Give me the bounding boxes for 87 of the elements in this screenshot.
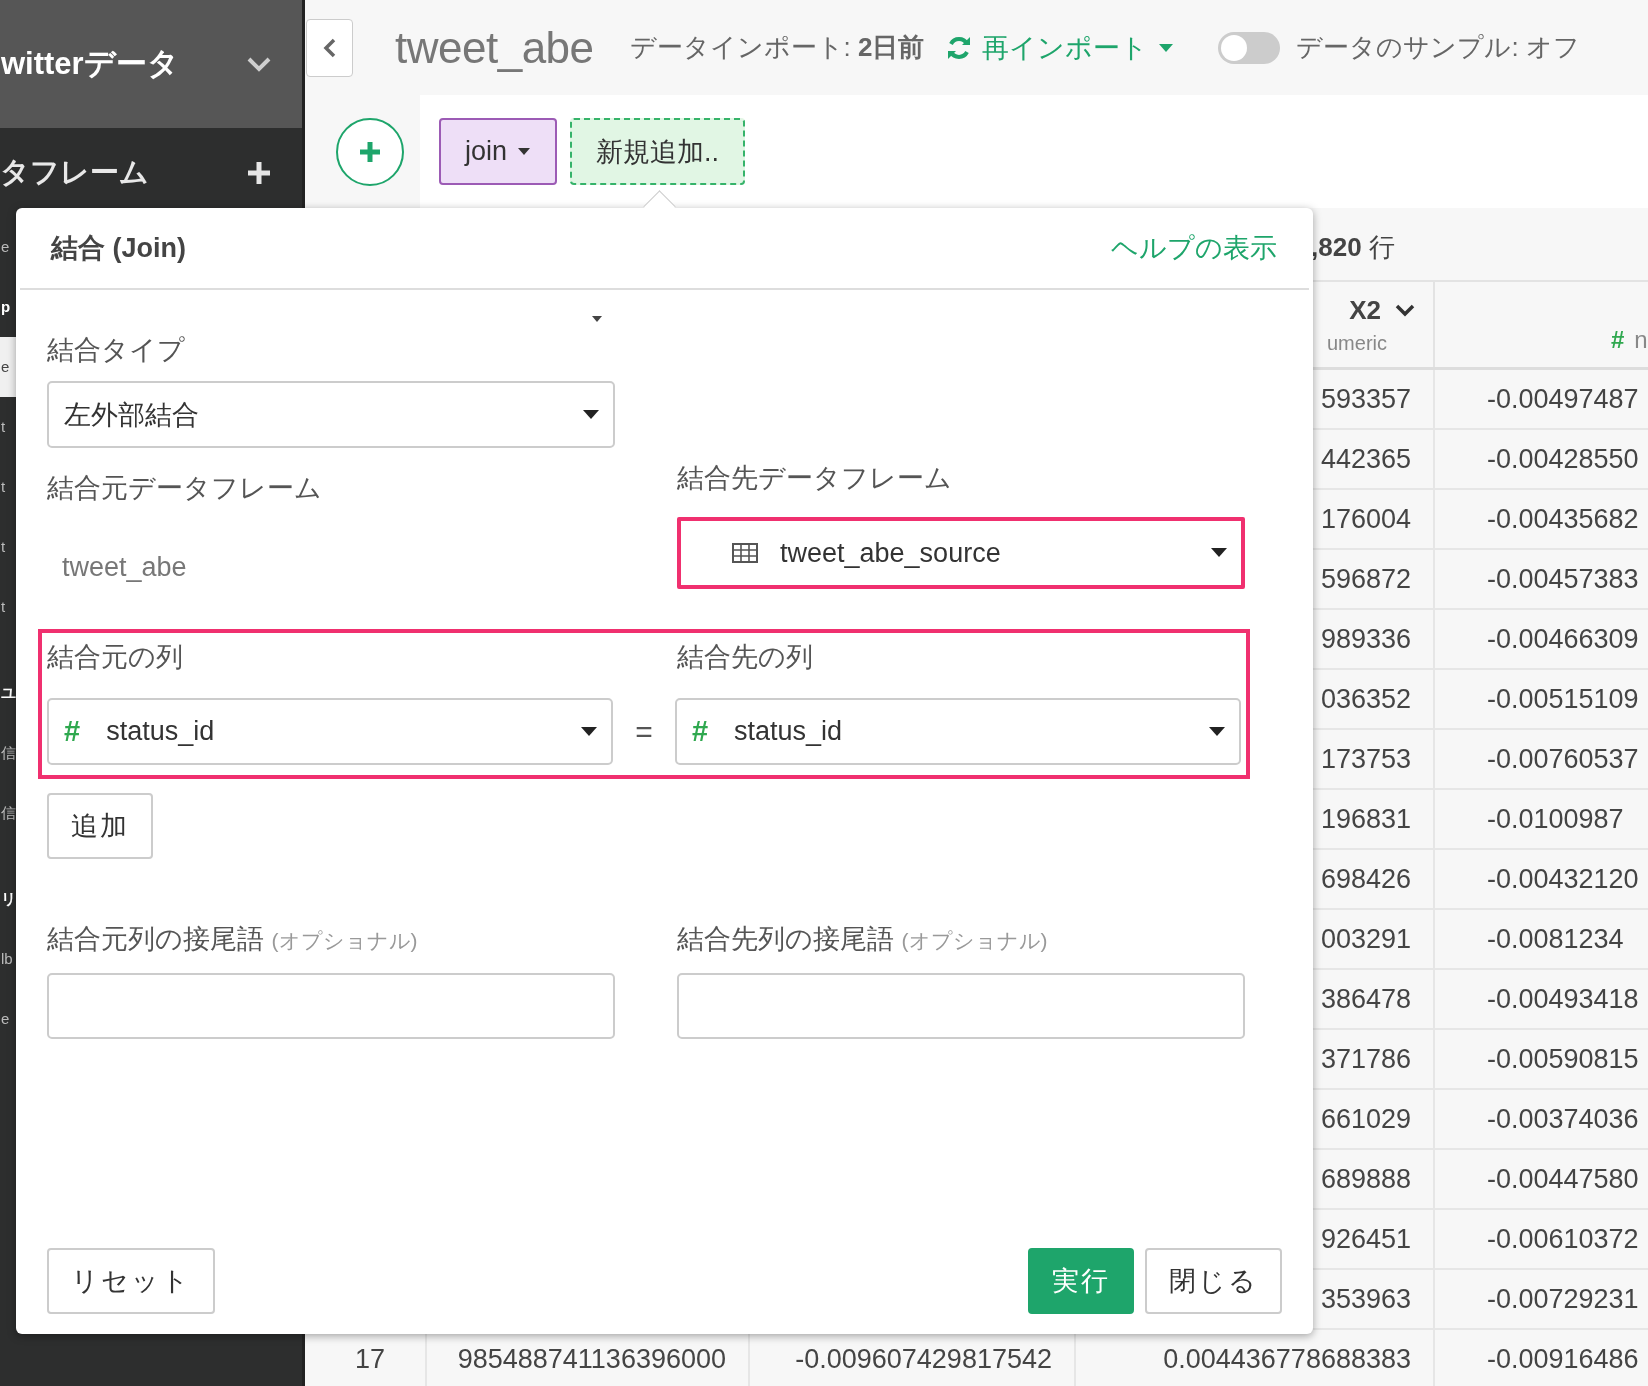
- caret-icon: [1158, 42, 1175, 53]
- table-cell: 17: [354, 1343, 385, 1375]
- section-title: タフレーム: [0, 154, 149, 190]
- caret-icon: [583, 409, 599, 420]
- table-cell: -0.00457383: [1487, 563, 1639, 595]
- table-cell: 036352: [1320, 683, 1411, 715]
- optional-hint: (オプショナル): [901, 929, 1048, 952]
- step-chip[interactable]: 新規追加..: [570, 118, 746, 185]
- table-cell: -0.00916486: [1487, 1343, 1639, 1375]
- source-column-select[interactable]: # status_id: [47, 698, 614, 765]
- sample-toggle[interactable]: [1218, 31, 1281, 64]
- dialog-button[interactable]: リセット: [47, 1248, 215, 1314]
- table-cell: -0.009607429817542: [795, 1343, 1052, 1375]
- table-cell: 926451: [1320, 1223, 1411, 1255]
- caret-icon: [1209, 726, 1225, 737]
- field-label: 結合元データフレーム: [47, 472, 323, 505]
- table-cell: 386478: [1320, 983, 1411, 1015]
- column-type: n: [1634, 325, 1648, 354]
- table-cell: 0.004436778688383: [1163, 1343, 1411, 1375]
- table-cell: -0.00497487: [1487, 383, 1639, 415]
- column-title: X2: [1349, 294, 1381, 326]
- project-title: witterデータ: [1, 45, 179, 83]
- plus-icon: [358, 139, 382, 164]
- number-type-icon: #: [64, 715, 81, 748]
- chevron-left-icon: [322, 36, 337, 59]
- table-cell: -0.00432120: [1487, 863, 1639, 895]
- table-cell: -0.00729231: [1487, 1283, 1639, 1315]
- optional-hint: (オプショナル): [271, 929, 418, 952]
- table-cell: -0.0100987: [1487, 803, 1624, 835]
- table-cell: -0.00466309: [1487, 623, 1639, 655]
- add-icon[interactable]: [246, 159, 272, 186]
- table-cell: -0.00374036: [1487, 1103, 1639, 1135]
- field-label: 結合元列の接尾語: [47, 924, 264, 954]
- field-label: 結合先の列: [677, 641, 814, 674]
- column-type: umeric: [1327, 331, 1387, 355]
- table-cell: -0.00428550: [1487, 443, 1639, 475]
- table-cell: 989336: [1320, 623, 1411, 655]
- table-cell: 173753: [1320, 743, 1411, 775]
- caret-icon: [517, 147, 532, 156]
- table-cell: -0.00760537: [1487, 743, 1639, 775]
- table-icon: [732, 543, 758, 563]
- field-label: 結合タイプ: [47, 334, 186, 367]
- number-type-icon: #: [691, 715, 709, 748]
- step-chip[interactable]: join: [439, 118, 558, 185]
- field-label: 結合先列の接尾語: [677, 924, 894, 954]
- field-label: 結合先データフレーム: [677, 462, 953, 495]
- caret-icon: [581, 726, 598, 737]
- table-cell: 596872: [1320, 563, 1411, 595]
- field-label: 結合元の列: [47, 641, 184, 674]
- table-cell: 176004: [1320, 503, 1411, 535]
- table-cell: -0.00610372: [1487, 1223, 1639, 1255]
- table-cell: -0.00590815: [1487, 1043, 1639, 1075]
- table-cell: 353963: [1320, 1283, 1411, 1315]
- number-type-icon: #: [1611, 325, 1625, 354]
- add-button[interactable]: 追加: [47, 793, 153, 859]
- table-cell: 698426: [1320, 863, 1411, 895]
- caret-icon: [1211, 548, 1227, 558]
- table-cell: -0.0081234: [1487, 923, 1624, 955]
- refresh-icon: [946, 34, 973, 61]
- suffix-input[interactable]: [47, 973, 615, 1039]
- target-column-select[interactable]: # status_id: [674, 698, 1241, 765]
- table-cell: 371786: [1320, 1043, 1411, 1075]
- data-title: tweet_abe: [395, 22, 594, 73]
- target-frame-select[interactable]: tweet_abe_source: [677, 517, 1245, 589]
- row-count: ,820 行: [1311, 230, 1395, 264]
- caret-icon: [592, 316, 602, 322]
- table-cell: 196831: [1320, 803, 1411, 835]
- table-cell: 003291: [1320, 923, 1411, 955]
- back-button[interactable]: [306, 18, 353, 77]
- table-cell: -0.00447580: [1487, 1163, 1639, 1195]
- table-cell: 442365: [1320, 443, 1411, 475]
- dialog-button[interactable]: 閉じる: [1145, 1248, 1282, 1314]
- table-cell: 985488741136396000: [457, 1343, 726, 1375]
- suffix-input[interactable]: [677, 973, 1245, 1039]
- import-info: データインポート: 2日前: [629, 31, 925, 64]
- chevron-down-icon[interactable]: [1395, 303, 1415, 317]
- join-type-select[interactable]: 左外部結合: [47, 381, 615, 448]
- table-cell: 661029: [1320, 1103, 1411, 1135]
- table-cell: -0.00435682: [1487, 503, 1639, 535]
- table-cell: 689888: [1320, 1163, 1411, 1195]
- table-cell: -0.00515109: [1487, 683, 1639, 715]
- equals-sign: =: [634, 714, 654, 749]
- table-cell: 593357: [1320, 383, 1411, 415]
- sample-label: データのサンプル: オフ: [1296, 31, 1580, 64]
- source-frame-value: tweet_abe: [61, 552, 188, 583]
- dialog-title: 結合 (Join): [51, 232, 186, 265]
- table-cell: -0.00493418: [1487, 983, 1639, 1015]
